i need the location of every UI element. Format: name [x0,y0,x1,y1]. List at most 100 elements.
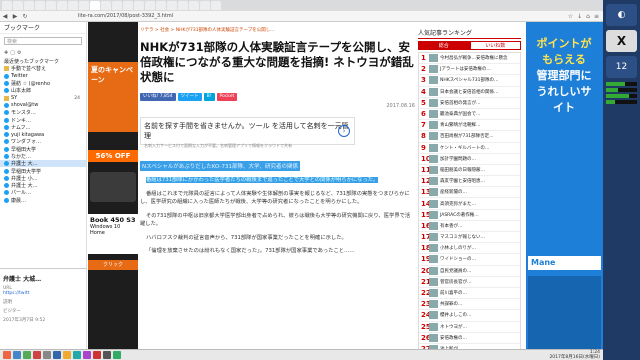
inline-ad-headline[interactable]: 名前を探す手間を省きませんか。ツール を活用して名刺を一元管理 [144,121,351,141]
ranking-item[interactable]: 17 マスコミが報じない… [419,232,520,244]
app-icon[interactable] [43,351,51,359]
pocket-button[interactable]: Pocket [216,93,238,101]
toggle-widget[interactable]: ◐ [606,4,637,26]
app-icon[interactable] [93,351,101,359]
bookmark-search-input[interactable]: 検索 [4,37,82,45]
ranking-item[interactable]: 6 籠池泰典が国会で… [419,109,520,121]
tab[interactable] [24,1,34,10]
app-icon[interactable] [3,351,11,359]
settings-icon[interactable]: ⚙ [17,50,21,56]
ranking-item[interactable]: 8 百田尚樹が731部隊否定… [419,131,520,143]
ranking-item[interactable]: 26 安倍政権の… [419,333,520,344]
tab[interactable] [189,1,199,10]
ad-right-brand[interactable]: Mane [528,256,601,270]
app-icon[interactable] [73,351,81,359]
ranking-item[interactable]: 3 NHKスペシャル731部隊の… [419,75,520,87]
tab[interactable] [46,1,56,10]
tab[interactable] [134,1,144,10]
app-icon[interactable] [53,351,61,359]
ad-product[interactable]: Book 450 S3 Windows 10 Home [88,214,138,254]
bookmark-item[interactable]: 弁護士 大… [0,182,86,189]
tab[interactable] [2,1,12,10]
ranking-item[interactable]: 16 有本香が… [419,221,520,232]
app-icon[interactable] [33,351,41,359]
add-bookmark-icon[interactable]: ✚ [4,50,8,56]
tab[interactable] [167,1,177,10]
tab[interactable] [156,1,166,10]
bookmark-folder[interactable]: SY 24 [0,94,86,101]
ranking-item[interactable]: 15 JASRACの著作権… [419,210,520,221]
ranking-item[interactable]: 9 ケント・ギルバートの… [419,143,520,154]
ranking-item[interactable]: 19 ワイドショーの… [419,254,520,266]
right-ad-banner[interactable]: ポイントがもらえる 管理部門にうれしいサイト Mane [526,22,603,350]
left-ad-banner[interactable]: 夏のキャンペーン 56% OFF Book 450 S3 Windows 10 H… [88,22,138,350]
ranking-item[interactable]: 1 今村昌弘が戦争…安倍政権に懸念 [419,53,520,65]
app-icon[interactable] [63,351,71,359]
bookmark-item[interactable]: shoval@tw [0,102,86,109]
app-icon[interactable] [113,351,121,359]
tab[interactable] [13,1,23,10]
folder-icon[interactable]: ▢ [10,50,15,56]
tab[interactable] [68,1,78,10]
ranking-item[interactable]: 22 前川喜平の… [419,288,520,300]
tab-likes[interactable]: いいね数 [469,41,521,50]
tab[interactable] [35,1,45,10]
tab[interactable] [112,1,122,10]
bookmark-item[interactable]: 弁護士 小… [0,175,86,182]
tab[interactable] [57,1,67,10]
forward-icon[interactable]: ▶ [10,13,20,20]
bookmark-item[interactable]: なかだ… [0,153,86,160]
ad-click-button[interactable]: クリック [88,260,138,270]
x-widget[interactable]: X [606,30,637,52]
ranking-item[interactable]: 20 自民党議員の… [419,266,520,277]
bookmark-item[interactable]: yuji kitagawa [0,131,86,138]
tab[interactable] [101,1,111,10]
app-icon[interactable] [83,351,91,359]
bookmark-item[interactable]: ナムフ… [0,124,86,131]
ad-promo[interactable]: 夏のキャンペーン [88,62,138,132]
menu-icon[interactable]: ≡ [594,13,599,20]
detail-url-value[interactable]: https://twitt [3,291,84,296]
ranking-item[interactable]: 11 稲田朋美の日報隠蔽… [419,165,520,177]
hatena-button[interactable]: B! [203,93,215,101]
tab[interactable] [79,1,89,10]
system-clock[interactable]: 1:24 2017年8月16日(水曜日) [549,350,603,360]
ranking-item[interactable]: 4 日本会議と安倍首相の関係… [419,87,520,98]
chevron-right-icon[interactable]: › [338,125,350,137]
bookmark-item[interactable]: ワンダフォ… [0,138,86,145]
bookmark-item[interactable]: モンスタ… [0,109,86,116]
ranking-item[interactable]: 14 高須克弥がまた… [419,198,520,210]
tweet-button[interactable]: ツイート [177,93,202,101]
ranking-item[interactable]: 23 共謀罪の… [419,299,520,311]
url-field[interactable]: lite-ra.com/2017/08/post-3392_3.html [78,13,173,19]
tab[interactable] [123,1,133,10]
tab[interactable] [211,1,221,10]
ranking-item[interactable]: 21 菅官房長官が… [419,277,520,288]
ranking-item[interactable]: 24 櫻井よしこの… [419,310,520,322]
bookmark-item[interactable]: 早稲田大学学 [0,167,86,175]
ranking-item[interactable]: 12 森友学園と安倍昭恵… [419,176,520,188]
app-icon[interactable] [23,351,31,359]
bookmark-item[interactable]: 山本太郎 [0,87,86,94]
ranking-item[interactable]: 10 加計学園問題の… [419,154,520,165]
inline-ad[interactable]: 名前を探す手間を省きませんか。ツール を活用して名刺を一元管理 名刺入力サービス… [140,117,355,148]
ranking-item[interactable]: 5 安倍首相の発言が… [419,98,520,109]
reload-icon[interactable]: ↻ [20,13,30,20]
bookmark-item[interactable]: 蓮舫 ☆ (@renho [0,80,86,87]
back-icon[interactable]: ◀ [0,13,10,20]
download-icon[interactable]: ↓ [577,13,582,20]
bookmark-item[interactable]: 手動で並べ替え [0,65,86,72]
ranking-item[interactable]: 18 小林よしのりが… [419,243,520,255]
tab-active[interactable] [90,1,100,10]
bookmark-item[interactable]: パール… [0,189,86,196]
tab-overall[interactable]: 総合 [418,41,470,50]
bookmark-item-selected[interactable]: 弁護士 大… [0,160,86,168]
facebook-like-button[interactable]: いいね! 7,854 [140,93,176,101]
bookmark-item[interactable]: 康晨… [0,197,86,204]
bookmark-item[interactable]: Twitter [0,73,86,80]
ranking-item[interactable]: 2 Jアラートは安倍政権の… [419,64,520,76]
tab[interactable] [145,1,155,10]
bookmark-item[interactable]: 早稲田大学 [0,146,86,153]
breadcrumb[interactable]: リテラ > 社会 > NHKが731部隊の人体実験証言テープを公開し… [140,27,275,33]
home-icon[interactable]: ⌂ [586,13,590,20]
